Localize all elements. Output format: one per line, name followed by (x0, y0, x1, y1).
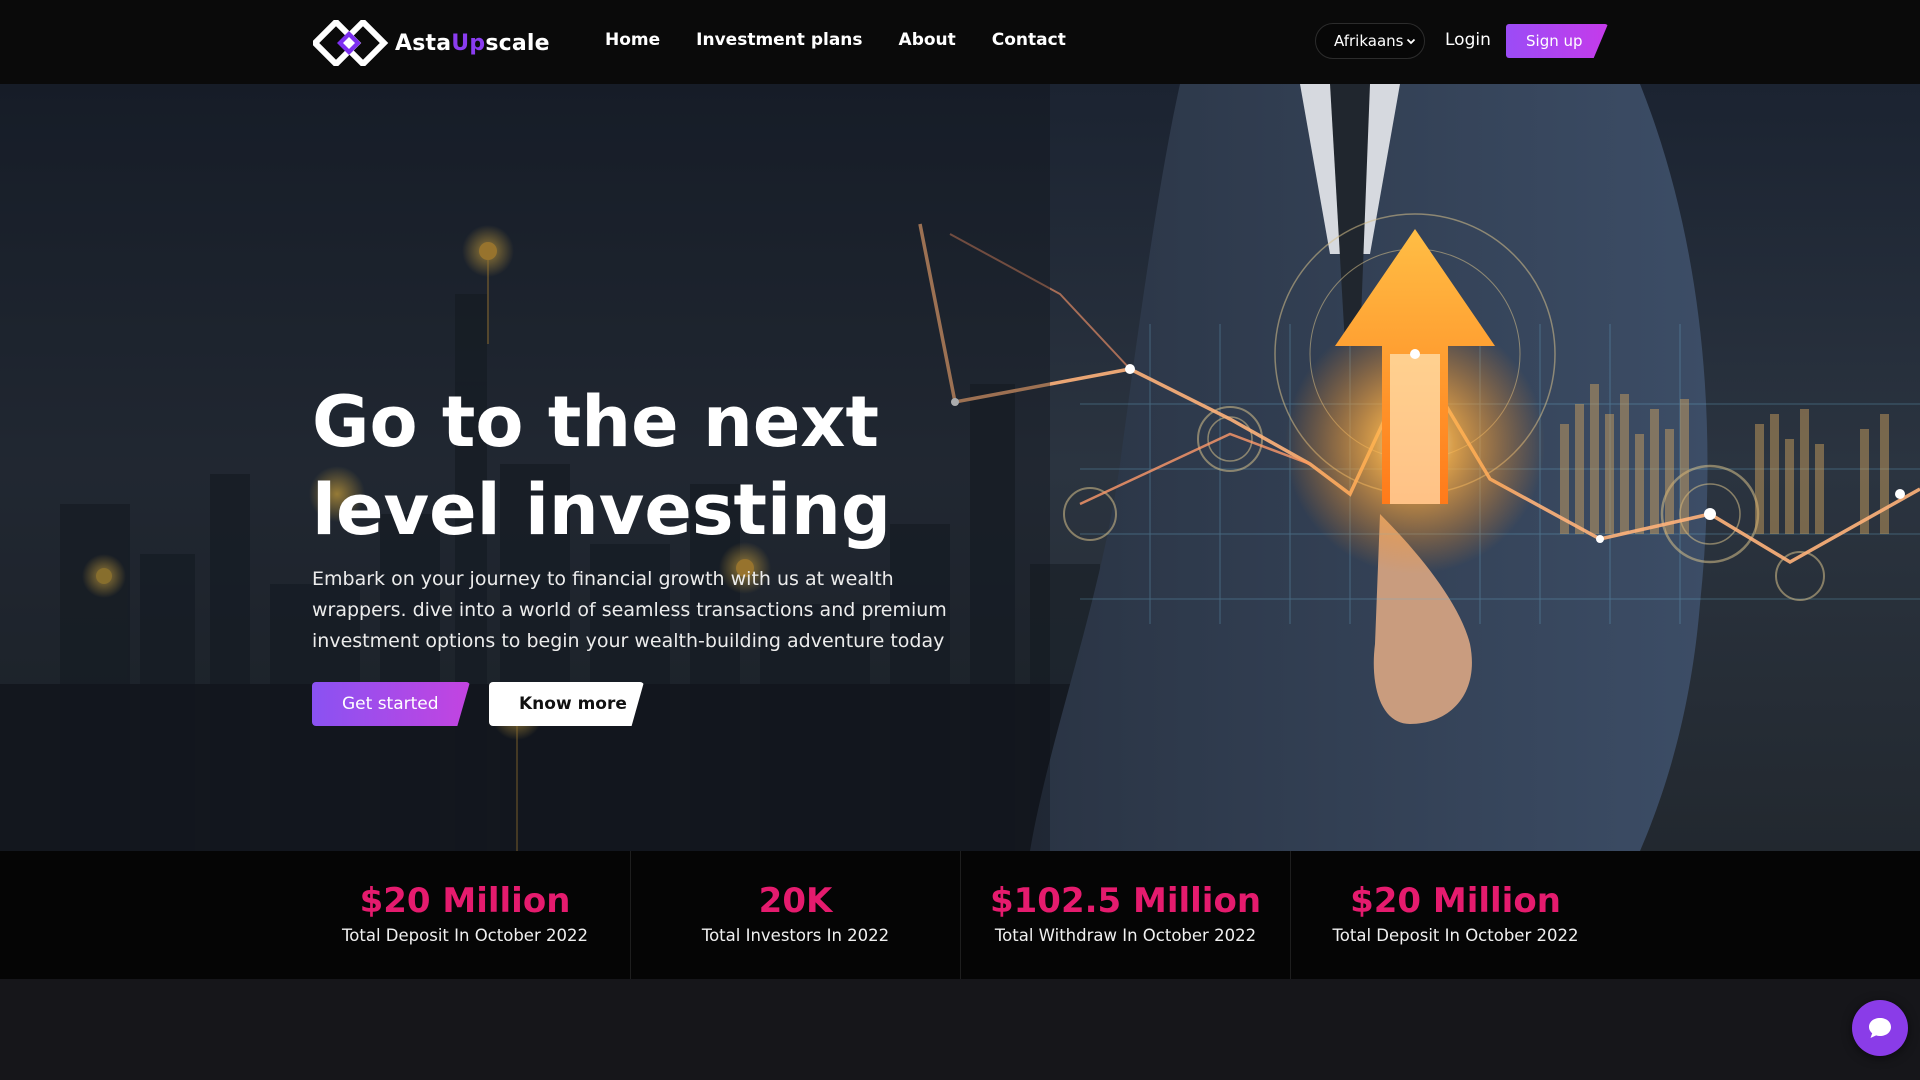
nav-contact[interactable]: Contact (992, 30, 1066, 50)
hero-title: Go to the next level investing (312, 381, 891, 551)
stat-total-withdraw: $102.5 Million Total Withdraw In October… (960, 851, 1290, 979)
know-more-button[interactable]: Know more (489, 682, 644, 726)
site-header: AstaUpscale Home Investment plans About … (0, 0, 1920, 84)
brand-logo[interactable]: AstaUpscale (313, 20, 550, 66)
stat-label: Total Deposit In October 2022 (342, 926, 588, 945)
hero-description: Embark on your journey to financial grow… (312, 568, 947, 652)
language-select-value: Afrikaans (1334, 32, 1404, 50)
nav-home[interactable]: Home (605, 30, 660, 50)
stat-value: $20 Million (359, 881, 571, 921)
language-select[interactable]: Afrikaans (1315, 23, 1425, 59)
diamond-logo-icon (313, 20, 389, 66)
stats-bar: $20 Million Total Deposit In October 202… (0, 851, 1920, 979)
stat-label: Total Deposit In October 2022 (1332, 926, 1579, 945)
stat-label: Total Withdraw In October 2022 (994, 926, 1257, 945)
stat-value: 20K (758, 881, 833, 921)
hero-section: Go to the next level investing Embark on… (0, 84, 1920, 851)
brand-name: AstaUpscale (395, 30, 550, 56)
chat-widget-button[interactable] (1852, 1000, 1908, 1056)
chat-bubble-icon (1869, 1018, 1891, 1038)
stat-total-deposit: $20 Million Total Deposit In October 202… (300, 851, 630, 979)
stat-total-deposit-2: $20 Million Total Deposit In October 202… (1290, 851, 1620, 979)
nav-about[interactable]: About (899, 30, 956, 50)
stat-value: $20 Million (1350, 881, 1561, 921)
stat-total-investors: 20K Total Investors In 2022 (630, 851, 960, 979)
stat-label: Total Investors In 2022 (701, 926, 890, 945)
login-link[interactable]: Login (1445, 30, 1491, 50)
chevron-down-icon (1406, 38, 1416, 45)
main-nav: Home Investment plans About Contact (605, 30, 1066, 50)
nav-investment-plans[interactable]: Investment plans (696, 30, 862, 50)
signup-button[interactable]: Sign up (1506, 24, 1608, 58)
stat-value: $102.5 Million (989, 881, 1262, 921)
get-started-button[interactable]: Get started (312, 682, 470, 726)
